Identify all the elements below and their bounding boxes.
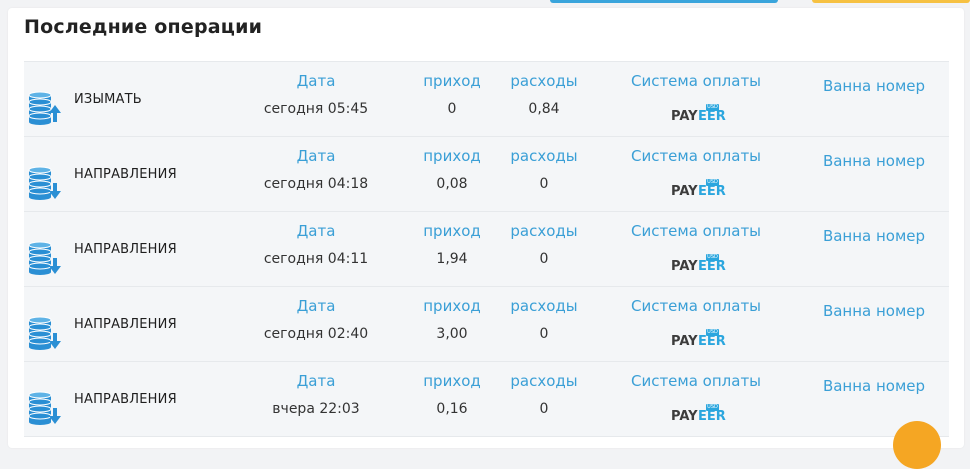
floating-action-button[interactable]	[893, 421, 941, 469]
currency-badge: USD	[706, 179, 719, 186]
section-title: Последние операции	[24, 16, 263, 38]
currency-badge: USD	[706, 329, 719, 336]
top-accent-bar-blue	[550, 0, 778, 3]
date-value: сегодня 04:18	[263, 176, 369, 192]
payeer-logo-pay: PAY	[671, 409, 698, 424]
currency-badge: USD	[706, 404, 719, 411]
payeer-logo: PAY EER USD	[671, 404, 726, 426]
payeer-logo: PAY EER USD	[671, 179, 726, 201]
payeer-logo-pay: PAY	[671, 109, 698, 124]
income-header: приход	[423, 297, 481, 315]
operation-type: НАПРАВЛЕНИЯ	[74, 317, 177, 332]
expense-header: расходы	[510, 372, 578, 390]
date-header: Дата	[296, 222, 336, 240]
table-row: НАПРАВЛЕНИЯ Дата сегодня 04:18 приход 0,08 ра…	[24, 137, 949, 212]
expense-value: 0	[539, 251, 549, 267]
payeer-logo-eer: EER	[698, 109, 726, 124]
payment-system-header: Система оплаты	[630, 372, 762, 390]
coins-deposit-icon	[28, 241, 61, 275]
date-header: Дата	[296, 297, 336, 315]
income-header: приход	[423, 72, 481, 90]
expense-value: 0	[539, 401, 549, 417]
date-header: Дата	[296, 372, 336, 390]
payment-system-header: Система оплаты	[630, 72, 762, 90]
payeer-logo-pay: PAY	[671, 259, 698, 274]
income-value: 3,00	[436, 326, 468, 342]
date-value: сегодня 02:40	[263, 326, 369, 342]
wallet-number-link[interactable]: Ванна номер	[823, 227, 925, 245]
table-row: НАПРАВЛЕНИЯ Дата вчера 22:03 приход 0,16 расх…	[24, 362, 949, 437]
payeer-logo-pay: PAY	[671, 334, 698, 349]
date-value: сегодня 04:11	[263, 251, 369, 267]
payeer-logo: PAY EER USD	[671, 329, 726, 351]
currency-badge: USD	[706, 254, 719, 261]
income-header: приход	[423, 222, 481, 240]
operation-type: НАПРАВЛЕНИЯ	[74, 242, 177, 257]
table-row: НАПРАВЛЕНИЯ Дата сегодня 04:11 приход 1,94 ра…	[24, 212, 949, 287]
payeer-logo: PAY EER USD	[671, 104, 726, 126]
top-accent-bar-yellow	[812, 0, 970, 3]
wallet-number-link[interactable]: Ванна номер	[823, 152, 925, 170]
table-row: ИЗЫМАТЬ Дата сегодня 05:45 приход 0 расходы 0,…	[24, 61, 949, 137]
date-value: сегодня 05:45	[263, 101, 369, 117]
coins-deposit-icon	[28, 391, 61, 425]
income-value: 0	[447, 101, 457, 117]
payment-system-header: Система оплаты	[630, 297, 762, 315]
payeer-logo-eer: EER	[698, 259, 726, 274]
payeer-logo-pay: PAY	[671, 184, 698, 199]
expense-value: 0	[539, 326, 549, 342]
operations-table: ИЗЫМАТЬ Дата сегодня 05:45 приход 0 расходы 0,…	[24, 61, 949, 437]
expense-header: расходы	[510, 222, 578, 240]
currency-badge: USD	[706, 104, 719, 111]
date-value: вчера 22:03	[272, 401, 360, 417]
expense-header: расходы	[510, 72, 578, 90]
coins-withdraw-icon	[28, 91, 61, 125]
date-header: Дата	[296, 147, 336, 165]
coins-deposit-icon	[28, 316, 61, 350]
payeer-logo: PAY EER USD	[671, 254, 726, 276]
operation-type: НАПРАВЛЕНИЯ	[74, 167, 177, 182]
income-header: приход	[423, 372, 481, 390]
date-header: Дата	[296, 72, 336, 90]
payeer-logo-eer: EER	[698, 184, 726, 199]
expense-value: 0	[539, 176, 549, 192]
wallet-number-link[interactable]: Ванна номер	[823, 377, 925, 395]
table-row: НАПРАВЛЕНИЯ Дата сегодня 02:40 приход 3,00 ра…	[24, 287, 949, 362]
wallet-number-link[interactable]: Ванна номер	[823, 302, 925, 320]
payeer-logo-eer: EER	[698, 409, 726, 424]
income-value: 1,94	[436, 251, 468, 267]
operation-type: ИЗЫМАТЬ	[74, 92, 142, 107]
payeer-logo-eer: EER	[698, 334, 726, 349]
income-value: 0,16	[436, 401, 468, 417]
income-value: 0,08	[436, 176, 468, 192]
payment-system-header: Система оплаты	[630, 147, 762, 165]
payment-system-header: Система оплаты	[630, 222, 762, 240]
coins-deposit-icon	[28, 166, 61, 200]
recent-operations-card: Последние операции ИЗЫМАТЬ Дата сегодня 05…	[8, 8, 964, 448]
expense-header: расходы	[510, 297, 578, 315]
income-header: приход	[423, 147, 481, 165]
expense-value: 0,84	[528, 101, 560, 117]
expense-header: расходы	[510, 147, 578, 165]
wallet-number-link[interactable]: Ванна номер	[823, 77, 925, 95]
operation-type: НАПРАВЛЕНИЯ	[74, 392, 177, 407]
